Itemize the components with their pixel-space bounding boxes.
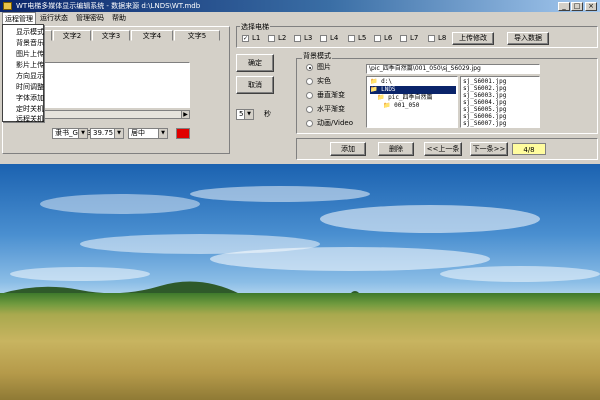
- menu-help[interactable]: 帮助: [110, 12, 128, 24]
- tree-item-lnds[interactable]: 📁 LNDS: [370, 86, 456, 94]
- text-color-swatch[interactable]: [176, 128, 190, 139]
- title-bar: WT电梯多媒体显示编辑系统 - 数据来源 d:\LNDS\WT.mdb: [0, 0, 600, 12]
- font-size-select[interactable]: 39.75 ▼: [90, 128, 124, 139]
- elevator-label-1: L1: [252, 34, 261, 42]
- menu-password[interactable]: 管理密码: [74, 12, 106, 24]
- background-mode-radio-1[interactable]: [306, 64, 313, 71]
- confirm-button[interactable]: 确定: [236, 54, 274, 72]
- align-value: 居中: [131, 129, 145, 137]
- maximize-button[interactable]: □: [571, 2, 583, 11]
- background-mode-label-4: 水平渐变: [317, 105, 345, 113]
- elevator-label-3: L3: [304, 34, 313, 42]
- seconds-select[interactable]: 5 ▼: [236, 109, 254, 120]
- image-path-value: \pic_四季自然篇\001_050\sj_S6029.jpg: [369, 65, 481, 72]
- tab-text-4[interactable]: 文字4: [131, 30, 173, 41]
- image-path-field[interactable]: \pic_四季自然篇\001_050\sj_S6029.jpg: [366, 64, 540, 74]
- elevator-checkbox-6[interactable]: [374, 35, 381, 42]
- menu-remote-management[interactable]: 运程管理: [2, 12, 36, 24]
- window-title: WT电梯多媒体显示编辑系统 - 数据来源 d:\LNDS\WT.mdb: [16, 2, 201, 10]
- elevator-group-title: 选择电梯: [240, 23, 270, 32]
- seconds-value: 5: [239, 110, 244, 118]
- background-mode-radio-3[interactable]: [306, 92, 313, 99]
- elevator-checkbox-7[interactable]: [400, 35, 407, 42]
- record-counter: 4/8: [512, 143, 546, 155]
- background-mode-title: 背景模式: [302, 52, 332, 61]
- background-mode-radio-4[interactable]: [306, 106, 313, 113]
- add-button[interactable]: 添加: [330, 142, 366, 156]
- import-data-button[interactable]: 导入数据: [507, 32, 549, 45]
- elevator-checkbox-3[interactable]: [294, 35, 301, 42]
- background-mode-label-5: 动画/Video: [317, 119, 353, 127]
- elevator-label-6: L6: [384, 34, 393, 42]
- background-mode-radio-2[interactable]: [306, 78, 313, 85]
- chevron-down-icon: ▼: [244, 110, 253, 119]
- wheat-field: [0, 293, 600, 400]
- app-icon: [3, 2, 12, 10]
- elevator-checkbox-2[interactable]: [268, 35, 275, 42]
- elevator-label-4: L4: [330, 34, 339, 42]
- tab-text-3[interactable]: 文字3: [92, 30, 130, 41]
- scroll-right-icon[interactable]: ▶: [181, 111, 189, 118]
- align-select[interactable]: 居中 ▼: [128, 128, 168, 139]
- elevator-label-2: L2: [278, 34, 287, 42]
- background-mode-label-2: 实色: [317, 77, 331, 85]
- close-button[interactable]: ×: [585, 2, 597, 11]
- tab-text-2[interactable]: 文字2: [53, 30, 91, 41]
- elevator-label-8: L8: [438, 34, 447, 42]
- file-list-item[interactable]: sj_S6007.jpg: [463, 120, 506, 127]
- elevator-checkbox-8[interactable]: [428, 35, 435, 42]
- tab-text-5[interactable]: 文字5: [174, 30, 220, 41]
- menu-run-status[interactable]: 运行状态: [38, 12, 70, 24]
- next-record-button[interactable]: 下一条>>: [470, 142, 508, 156]
- font-size-value: 39.75: [93, 129, 114, 137]
- elevator-label-5: L5: [358, 34, 367, 42]
- menu-bar: 运程管理 运行状态 管理密码 帮助: [0, 12, 600, 24]
- font-select[interactable]: 隶书_GB2312 ▼: [52, 128, 101, 139]
- tree-item-001-050[interactable]: 📁 001_050: [383, 102, 419, 110]
- background-preview-image: [0, 164, 600, 400]
- chevron-down-icon: ▼: [78, 129, 87, 138]
- elevator-checkbox-5[interactable]: [348, 35, 355, 42]
- background-mode-radio-5[interactable]: [306, 120, 313, 127]
- tree-item-season-folder[interactable]: 📁 pic_四季自然篇: [377, 94, 433, 102]
- seconds-unit-label: 秒: [264, 110, 271, 118]
- remote-management-dropdown: 显示模式 背景音乐 图片上传 影片上传 方向显示 时间调整 字体添加 定时关机 …: [2, 24, 44, 125]
- elevator-label-7: L7: [410, 34, 419, 42]
- tree-item-drive[interactable]: 📁 d:\: [370, 78, 392, 86]
- delete-button[interactable]: 删除: [378, 142, 414, 156]
- menu-item-remote-shutdown[interactable]: 远程关机: [3, 113, 44, 125]
- minimize-button[interactable]: _: [558, 2, 570, 11]
- folder-tree[interactable]: 📁 d:\ 📁 LNDS 📁 pic_四季自然篇 📁 001_050: [366, 76, 458, 128]
- upload-changes-button[interactable]: 上传修改: [452, 32, 494, 45]
- background-mode-label-3: 垂直渐变: [317, 91, 345, 99]
- cancel-button[interactable]: 取消: [236, 76, 274, 94]
- file-list[interactable]: sj_S6001.jpg sj_S6002.jpg sj_S6003.jpg sj_S…: [460, 76, 540, 128]
- elevator-checkbox-4[interactable]: [320, 35, 327, 42]
- chevron-down-icon: ▼: [158, 129, 167, 138]
- chevron-down-icon: ▼: [114, 129, 123, 138]
- elevator-checkbox-1[interactable]: ✓: [242, 35, 249, 42]
- background-mode-label-1: 图片: [317, 63, 331, 71]
- prev-record-button[interactable]: <<上一条: [424, 142, 462, 156]
